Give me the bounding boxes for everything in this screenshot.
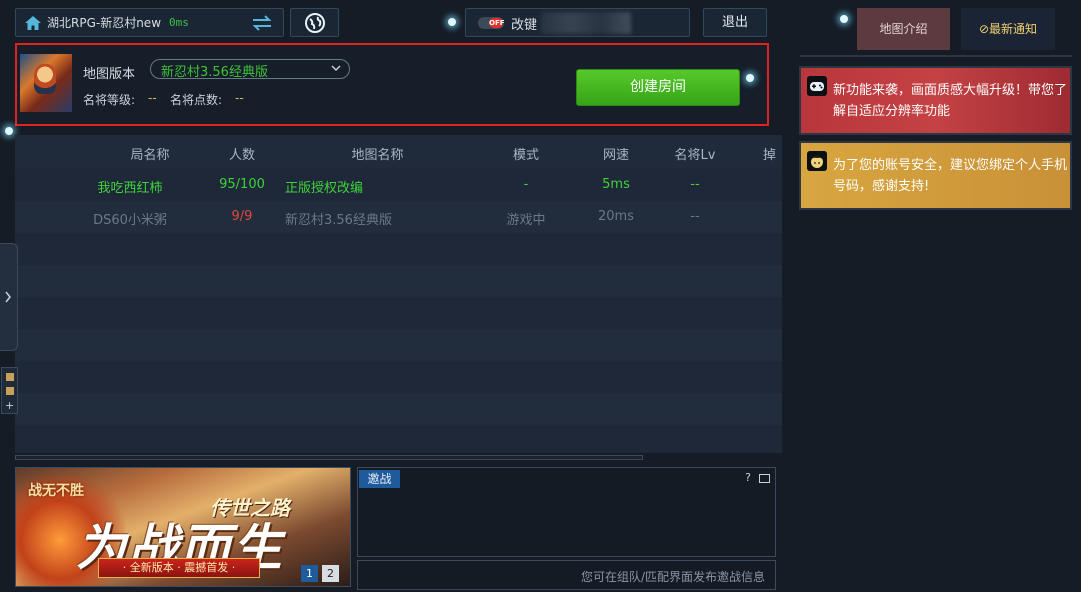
exit-button[interactable]: 退出 [703, 8, 767, 37]
glow-dot [840, 15, 848, 23]
table-row-empty [15, 265, 782, 297]
create-room-button[interactable]: 创建房间 [576, 69, 740, 106]
table-row-empty [15, 425, 782, 453]
map-version-value: 新忍村3.56经典版 [161, 65, 268, 80]
cell-level: -- [690, 209, 700, 224]
map-panel: 地图版本 新忍村3.56经典版 名将等级: -- 名将点数: -- 创建房间 [15, 43, 769, 126]
table-row[interactable]: DS60小米粥 9/9 新忍村3.56经典版 游戏中 20ms -- [15, 201, 782, 233]
table-row-empty [15, 329, 782, 361]
banner-ribbon: · 全新版本 · 震撼首发 · [98, 558, 260, 578]
notice-card[interactable]: 为了您的账号安全，建议您绑定个人手机号码，感谢支持! [799, 141, 1072, 210]
col-room-name[interactable]: 局名称 [115, 144, 185, 163]
map-thumbnail [20, 54, 72, 112]
table-row-empty [15, 297, 782, 329]
cell-speed: 20ms [598, 209, 634, 224]
toggle-off-label: OFF [489, 18, 505, 28]
cell-map-name: 正版授权改编 [285, 181, 364, 196]
cell-level: -- [690, 177, 700, 192]
cell-players: 9/9 [231, 209, 253, 224]
chevron-down-icon [331, 65, 341, 72]
points-label: 名将点数: [170, 93, 223, 107]
col-players[interactable]: 人数 [212, 144, 272, 163]
chevron-right-icon [5, 291, 11, 303]
notice-card[interactable]: 新功能来袭，画面质感大幅升级！带您了解自适应分辨率功能 [799, 66, 1072, 135]
room-name: 湖北RPG-新忍村new [47, 16, 162, 30]
minimize-icon[interactable] [759, 474, 770, 483]
glow-dot [448, 18, 456, 26]
table-row-empty [15, 233, 782, 265]
swap-icon[interactable] [251, 14, 273, 32]
cell-room-name: 我吃西红柿 [97, 181, 163, 196]
tab-map-intro[interactable]: 地图介绍 [857, 8, 950, 50]
gamepad-icon [807, 76, 827, 96]
invite-tab[interactable]: 邀战 [359, 470, 400, 488]
key-label: 改键 [511, 18, 538, 33]
map-version-label: 地图版本 [83, 67, 136, 82]
invite-message-input[interactable]: 您可在组队/匹配界面发布邀战信息 [357, 560, 776, 590]
key-mapping-bar[interactable]: OFF 改键 [465, 8, 690, 37]
invite-placeholder: 您可在组队/匹配界面发布邀战信息 [580, 570, 765, 584]
banner-page-1[interactable]: 1 [301, 565, 318, 582]
grid-icon[interactable] [6, 373, 14, 381]
table-row[interactable]: 我吃西红柿 95/100 正版授权改编 - 5ms -- [15, 169, 782, 201]
promo-banner[interactable]: 战无不胜 传世之路 为战而生 · 全新版本 · 震撼首发 · 1 2 [15, 467, 351, 587]
grid-icon[interactable] [6, 387, 14, 395]
col-drop[interactable]: 掉 [763, 144, 782, 163]
notice-text: 为了您的账号安全，建议您绑定个人手机号码，感谢支持! [833, 158, 1068, 194]
key-toggle[interactable]: OFF [478, 17, 505, 29]
table-row-empty [15, 361, 782, 393]
cell-mode: 游戏中 [506, 213, 546, 228]
plus-icon[interactable]: + [5, 399, 14, 412]
side-mini-toolbar[interactable]: + [1, 367, 18, 414]
table-horizontal-scrollbar[interactable] [15, 455, 643, 460]
right-divider [800, 55, 1072, 57]
blurred-username [541, 12, 631, 34]
table-body: 我吃西红柿 95/100 正版授权改编 - 5ms -- DS60小米粥 9/9… [15, 169, 782, 453]
map-version-dropdown[interactable]: 新忍村3.56经典版 [150, 59, 350, 80]
rank-label: 名将等级: [83, 93, 136, 107]
home-icon [25, 15, 41, 30]
side-expand-tab[interactable] [0, 243, 18, 351]
points-value: -- [235, 91, 244, 105]
globe-icon [304, 12, 325, 33]
col-level[interactable]: 名将Lv [665, 144, 725, 163]
globe-button[interactable] [290, 8, 339, 37]
help-icon[interactable]: ? [745, 471, 751, 484]
table-header: 局名称 人数 地图名称 模式 网速 名将Lv 掉 [15, 135, 782, 169]
col-map-name[interactable]: 地图名称 [335, 144, 420, 163]
rank-value: -- [148, 91, 157, 105]
glow-dot [746, 74, 754, 82]
invite-panel: 邀战 ? [357, 467, 776, 557]
col-speed[interactable]: 网速 [586, 144, 646, 163]
cell-map-name: 新忍村3.56经典版 [285, 213, 392, 228]
cell-mode: - [523, 177, 529, 192]
notice-text: 新功能来袭，画面质感大幅升级！带您了解自适应分辨率功能 [833, 83, 1068, 119]
cell-speed: 5ms [602, 177, 630, 192]
glow-dot [5, 127, 13, 135]
tab-latest-news[interactable]: ⊘最新通知 [961, 8, 1055, 50]
col-mode[interactable]: 模式 [496, 144, 556, 163]
cell-room-name: DS60小米粥 [93, 213, 167, 228]
check-circle-icon: ⊘ [978, 22, 990, 36]
table-row-empty [15, 393, 782, 425]
room-selector[interactable]: 湖北RPG-新忍村new 0ms [15, 8, 284, 37]
banner-logo: 战无不胜 [28, 483, 84, 499]
banner-page-2[interactable]: 2 [322, 565, 339, 582]
avatar-icon [807, 151, 827, 171]
room-ping: 0ms [169, 16, 189, 29]
cell-players: 95/100 [219, 177, 265, 192]
room-table: 局名称 人数 地图名称 模式 网速 名将Lv 掉 我吃西红柿 95/100 正版… [15, 135, 782, 453]
tab-latest-news-label: 最新通知 [989, 22, 1038, 36]
